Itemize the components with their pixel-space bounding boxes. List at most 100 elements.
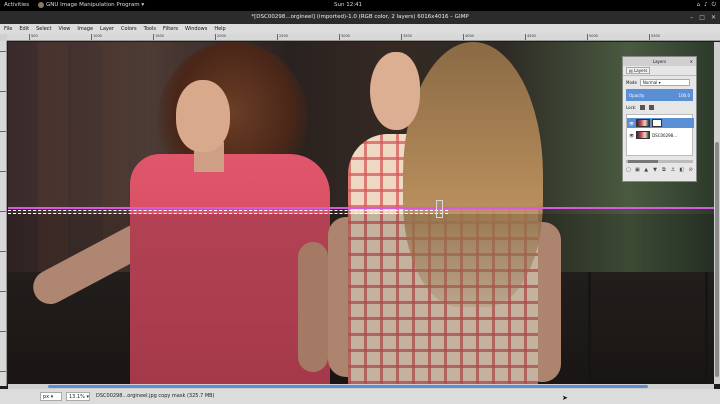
ruler-label: 4000 (465, 34, 474, 38)
ruler-tick (29, 34, 30, 40)
lock-pixels-icon[interactable] (640, 105, 646, 110)
ruler-tick (0, 371, 6, 372)
new-layer-icon[interactable]: ▢ (626, 167, 631, 173)
status-bar: px ▾ 13.1% ▾ DSC00298...orgineel.jpg cop… (0, 389, 720, 404)
clock[interactable]: Sun 12:41 (334, 2, 362, 8)
person-left-face (176, 80, 230, 152)
new-group-icon[interactable]: ▣ (635, 167, 640, 173)
ruler-corner[interactable] (0, 34, 7, 41)
close-icon[interactable]: ✕ (690, 57, 693, 66)
app-menu-label: GNU Image Manipulation Program ▾ (46, 2, 145, 8)
menu-tools[interactable]: Tools (144, 26, 156, 32)
system-tray[interactable]: ⌂ ♪ ⏻ (697, 2, 716, 9)
ruler-tick (463, 34, 464, 40)
add-mask-icon[interactable]: ◧ (679, 167, 684, 173)
horizontal-ruler[interactable]: 500 1000 1500 2000 2500 3000 3500 4000 4500 5000 5… (7, 34, 720, 41)
ruler-tick (277, 34, 278, 40)
close-icon[interactable]: ✕ (711, 11, 716, 24)
selection-handle[interactable] (436, 200, 443, 218)
ruler-label: 5000 (589, 34, 598, 38)
layers-list-scrollbar[interactable] (626, 160, 693, 163)
layers-list-scroll-thumb[interactable] (628, 160, 658, 163)
status-message: DSC00298...orgineel.jpg copy mask (325.7… (96, 393, 215, 399)
ruler-tick (587, 34, 588, 40)
menu-edit[interactable]: Edit (19, 26, 29, 32)
menu-file[interactable]: File (4, 26, 12, 32)
ruler-tick (401, 34, 402, 40)
layer-mask-thumbnail[interactable] (652, 119, 663, 127)
opacity-slider[interactable]: Opacity 100.0 (626, 89, 693, 101)
zoom-select[interactable]: 13.1% ▾ (66, 392, 90, 401)
ruler-label: 500 (31, 34, 38, 38)
gimp-logo-icon (38, 2, 44, 8)
ruler-label: 5500 (651, 34, 660, 38)
tab-layers[interactable]: ▤ Layers (626, 67, 651, 74)
ruler-tick (649, 34, 650, 40)
ruler-label: 2500 (279, 34, 288, 38)
raise-layer-icon[interactable]: ▲ (644, 167, 649, 173)
ruler-tick (91, 34, 92, 40)
layer-row[interactable]: 👁 DSC00298... (627, 130, 694, 140)
selection-marquee[interactable] (8, 210, 448, 214)
horizontal-scroll-thumb[interactable] (48, 385, 648, 388)
menu-layer[interactable]: Layer (100, 26, 114, 32)
ruler-label: 1000 (93, 34, 102, 38)
menu-help[interactable]: Help (214, 26, 225, 32)
power-icon: ⏻ (711, 2, 716, 8)
mode-select[interactable]: Normal ▾ (639, 79, 690, 86)
ruler-tick (0, 211, 6, 212)
menu-image[interactable]: Image (77, 26, 93, 32)
minimize-icon[interactable]: – (690, 11, 693, 24)
layer-name: DSC00298... (652, 132, 678, 138)
activities-button[interactable]: Activities (4, 2, 29, 8)
visibility-eye-icon[interactable]: 👁 (629, 133, 634, 138)
menu-colors[interactable]: Colors (121, 26, 137, 32)
vertical-scroll-thumb[interactable] (715, 142, 719, 377)
opacity-value: 100.0 (678, 92, 690, 98)
mode-label: Mode (626, 80, 637, 85)
visibility-eye-icon[interactable]: 👁 (629, 121, 634, 126)
tab-layers-label: Layers (634, 68, 648, 73)
unit-select[interactable]: px ▾ (40, 392, 62, 401)
dimmed-area (8, 214, 714, 384)
app-menu[interactable]: GNU Image Manipulation Program ▾ (38, 2, 144, 8)
window-title-bar: *[DSC00298...orgineel] (imported)-1.0 (R… (0, 11, 720, 24)
ruler-tick (153, 34, 154, 40)
ruler-tick (0, 251, 6, 252)
layers-dialog-titlebar[interactable]: Layers ✕ (623, 57, 696, 66)
vertical-scrollbar[interactable] (714, 42, 720, 384)
window-controls: – □ ✕ (690, 11, 716, 24)
person-right-face (370, 52, 420, 130)
menu-windows[interactable]: Windows (185, 26, 207, 32)
delete-layer-icon[interactable]: ⊘ (688, 167, 693, 173)
network-icon: ⌂ (696, 2, 701, 8)
ruler-label: 1500 (155, 34, 164, 38)
layer-row[interactable]: 👁 (627, 118, 694, 128)
ruler-tick (0, 51, 6, 52)
duplicate-layer-icon[interactable]: ⧉ (662, 167, 667, 173)
menu-select[interactable]: Select (36, 26, 51, 32)
ruler-label: 4500 (527, 34, 536, 38)
menu-bar: File Edit Select View Image Layer Colors… (0, 24, 720, 34)
layers-tab-row: ▤ Layers (623, 66, 696, 76)
gnome-top-bar: Activities GNU Image Manipulation Progra… (0, 0, 720, 11)
menu-view[interactable]: View (59, 26, 71, 32)
mode-row: Mode Normal ▾ (623, 78, 696, 87)
ruler-tick (339, 34, 340, 40)
lower-layer-icon[interactable]: ▼ (653, 167, 658, 173)
ruler-tick (215, 34, 216, 40)
ruler-tick (525, 34, 526, 40)
image-canvas[interactable] (8, 42, 714, 384)
maximize-icon[interactable]: □ (699, 11, 705, 24)
layers-list: 👁 👁 DSC00298... (626, 114, 694, 156)
layers-dialog-title: Layers (652, 59, 667, 64)
ruler-tick (0, 331, 6, 332)
lock-alpha-icon[interactable] (649, 105, 655, 110)
vertical-ruler[interactable] (0, 41, 7, 386)
layer-thumbnail (636, 119, 651, 127)
ruler-label: 2000 (217, 34, 226, 38)
menu-filters[interactable]: Filters (163, 26, 178, 32)
guide-line[interactable] (8, 207, 714, 209)
layer-thumbnail (636, 131, 651, 139)
anchor-layer-icon[interactable]: ⚓ (670, 167, 675, 173)
